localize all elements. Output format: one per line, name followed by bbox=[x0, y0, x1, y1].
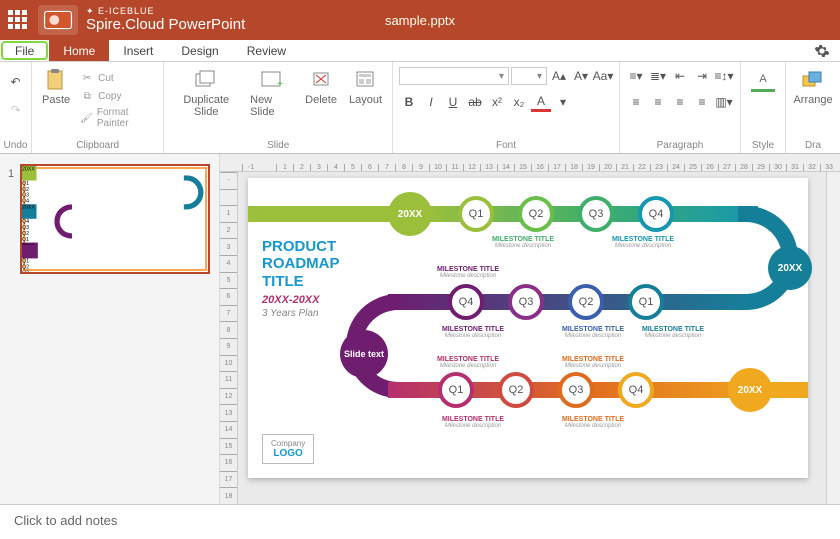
slide-title-block: PRODUCT ROADMAP TITLE20XX-20XX3 Years Pl… bbox=[262, 238, 382, 319]
slide-text-circle: Slide text bbox=[22, 243, 38, 259]
align-right-button[interactable]: ≡ bbox=[670, 92, 690, 112]
paste-button[interactable]: Paste bbox=[38, 66, 74, 108]
font-color-button[interactable]: A bbox=[531, 92, 551, 112]
columns-button[interactable]: ▥▾ bbox=[714, 92, 734, 112]
horizontal-ruler: -112345678910111213141516171819202122232… bbox=[220, 154, 840, 172]
menu-design[interactable]: Design bbox=[167, 40, 232, 61]
decrease-font-button[interactable]: A▾ bbox=[571, 66, 591, 86]
apps-grid-icon[interactable] bbox=[8, 10, 28, 30]
layout-button[interactable]: Layout bbox=[345, 66, 386, 108]
duplicate-slide-button[interactable]: Duplicate Slide bbox=[170, 66, 242, 120]
document-filename: sample.pptx bbox=[385, 13, 455, 28]
align-left-button[interactable]: ≡ bbox=[626, 92, 646, 112]
notes-pane[interactable]: Click to add notes bbox=[0, 504, 840, 539]
line-spacing-button[interactable]: ≡↕▾ bbox=[714, 66, 734, 86]
increase-font-button[interactable]: A▴ bbox=[549, 66, 569, 86]
quarter-r2-q1: Q1 bbox=[22, 237, 207, 243]
slide-canvas[interactable]: 20XX Q1 Q2 Q3 Q4 20XX Q4 Q3 Q2 Q1 Slide text Q1 Q2 Q3… bbox=[238, 172, 840, 504]
strikethrough-button[interactable]: ab bbox=[465, 92, 485, 112]
quarter-r1-q1: Q1 bbox=[458, 196, 494, 232]
cut-button[interactable]: ✂Cut bbox=[78, 70, 157, 86]
quarter-r2-q3: Q3 bbox=[508, 284, 544, 320]
vertical-scrollbar[interactable] bbox=[826, 172, 840, 504]
svg-text:+: + bbox=[277, 79, 283, 90]
year-circle-1: 20XX bbox=[388, 192, 432, 236]
quarter-r1-q2: Q2 bbox=[518, 196, 554, 232]
brand-text: ✦ E-ICEBLUE Spire.Cloud PowerPoint bbox=[86, 7, 245, 33]
superscript-button[interactable]: x² bbox=[487, 92, 507, 112]
year-circle-1: 20XX bbox=[22, 166, 37, 181]
settings-gear-icon[interactable] bbox=[804, 40, 840, 61]
quarter-r2-q4: Q4 bbox=[448, 284, 484, 320]
bold-button[interactable]: B bbox=[399, 92, 419, 112]
group-label-slide: Slide bbox=[267, 138, 289, 153]
slide-thumbnail-panel[interactable]: 1 20XXQ1Q2Q3Q420XXQ4Q3Q2Q1Slide textQ1Q2… bbox=[0, 154, 220, 504]
title-bar: ✦ E-ICEBLUE Spire.Cloud PowerPoint sampl… bbox=[0, 0, 840, 40]
group-label-clipboard: Clipboard bbox=[76, 138, 119, 153]
quarter-r1-q3: Q3 bbox=[578, 196, 614, 232]
quarter-r3-q2: Q2 bbox=[498, 372, 534, 408]
numbering-button[interactable]: ≣▾ bbox=[648, 66, 668, 86]
format-painter-button[interactable]: 🖌Format Painter bbox=[78, 106, 157, 130]
group-label-undo: Undo bbox=[4, 138, 28, 153]
year-circle-3: 20XX bbox=[728, 368, 772, 412]
change-case-button[interactable]: Aa▾ bbox=[593, 66, 613, 86]
bullets-button[interactable]: ≡▾ bbox=[626, 66, 646, 86]
subscript-button[interactable]: x₂ bbox=[509, 92, 529, 112]
company-logo-placeholder: CompanyLOGO bbox=[262, 434, 314, 464]
menu-file[interactable]: File bbox=[1, 41, 48, 60]
align-center-button[interactable]: ≡ bbox=[648, 92, 668, 112]
group-label-drawing: Dra bbox=[805, 138, 821, 153]
new-slide-button[interactable]: +New Slide bbox=[246, 66, 297, 120]
underline-button[interactable]: U bbox=[443, 92, 463, 112]
app-logo-icon bbox=[38, 5, 78, 35]
copy-button[interactable]: ⧉Copy bbox=[78, 88, 157, 104]
group-label-paragraph: Paragraph bbox=[657, 138, 704, 153]
year-circle-2: 20XX bbox=[768, 246, 812, 290]
font-family-select[interactable]: ▾ bbox=[399, 67, 509, 85]
quarter-r2-q2: Q2 bbox=[568, 284, 604, 320]
slide[interactable]: 20XX Q1 Q2 Q3 Q4 20XX Q4 Q3 Q2 Q1 Slide text Q1 Q2 Q3… bbox=[248, 178, 808, 478]
menu-bar: File Home Insert Design Review bbox=[0, 40, 840, 62]
italic-button[interactable]: I bbox=[421, 92, 441, 112]
year-circle-2: 20XX bbox=[22, 204, 37, 219]
quarter-r2-q1: Q1 bbox=[628, 284, 664, 320]
menu-review[interactable]: Review bbox=[233, 40, 300, 61]
quarter-r3-q1: Q1 bbox=[438, 372, 474, 408]
font-color-dropdown[interactable]: ▾ bbox=[553, 92, 573, 112]
undo-button[interactable]: ↶ bbox=[6, 72, 26, 92]
quarter-r1-q4: Q4 bbox=[638, 196, 674, 232]
vertical-ruler: -123456789101112131415161718 bbox=[220, 172, 238, 504]
work-area: 1 20XXQ1Q2Q3Q420XXQ4Q3Q2Q1Slide textQ1Q2… bbox=[0, 154, 840, 504]
group-label-style: Style bbox=[752, 138, 774, 153]
slide-text-circle: Slide text bbox=[340, 330, 388, 378]
thumbnail-number: 1 bbox=[8, 164, 14, 274]
delete-slide-button[interactable]: Delete bbox=[301, 66, 341, 108]
arrange-button[interactable]: Arrange bbox=[789, 66, 836, 108]
slide-thumbnail-1[interactable]: 20XXQ1Q2Q3Q420XXQ4Q3Q2Q1Slide textQ1Q2Q3… bbox=[20, 164, 210, 274]
redo-button[interactable]: ↷ bbox=[6, 100, 26, 120]
menu-home[interactable]: Home bbox=[49, 40, 109, 61]
editor-area: -112345678910111213141516171819202122232… bbox=[220, 154, 840, 504]
quarter-r1-q4: Q4 bbox=[22, 198, 207, 204]
font-size-select[interactable]: ▾ bbox=[511, 67, 547, 85]
group-label-font: Font bbox=[496, 138, 516, 153]
menu-insert[interactable]: Insert bbox=[109, 40, 167, 61]
ribbon: ↶ ↷ Undo Paste ✂Cut ⧉Copy 🖌Format Painte… bbox=[0, 62, 840, 154]
style-color-button[interactable]: A bbox=[747, 66, 779, 94]
justify-button[interactable]: ≡ bbox=[692, 92, 712, 112]
quarter-r3-q3: Q3 bbox=[558, 372, 594, 408]
quarter-r3-q3: Q3 bbox=[22, 270, 207, 274]
quarter-r3-q4: Q4 bbox=[618, 372, 654, 408]
decrease-indent-button[interactable]: ⇤ bbox=[670, 66, 690, 86]
increase-indent-button[interactable]: ⇥ bbox=[692, 66, 712, 86]
